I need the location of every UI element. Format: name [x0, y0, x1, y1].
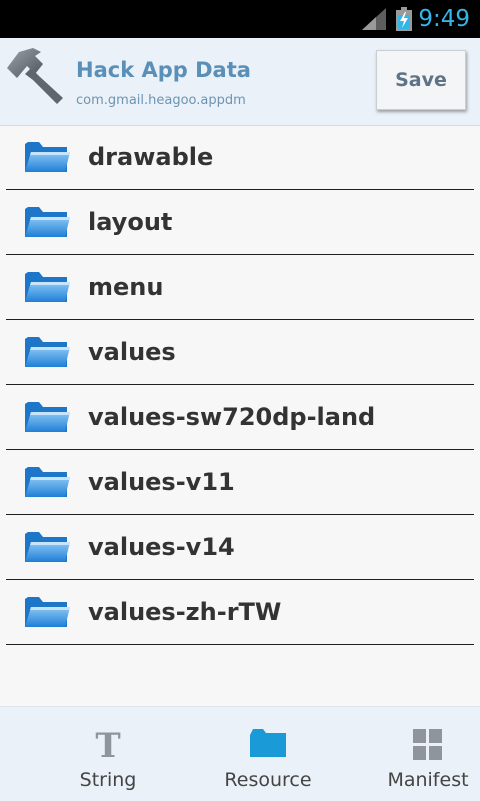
folder-icon: [25, 402, 70, 432]
bottom-tab-bar: T String Resource Manifest: [0, 706, 480, 801]
folder-name: values-zh-rTW: [88, 598, 282, 626]
folder-name: menu: [88, 273, 164, 301]
folder-item[interactable]: values-sw720dp-land: [6, 385, 474, 450]
folder-name: values-v11: [88, 468, 235, 496]
tab-string[interactable]: T String: [28, 707, 188, 801]
folder-name: drawable: [88, 143, 214, 171]
tab-resource[interactable]: Resource: [188, 707, 348, 801]
text-t-icon: T: [95, 727, 120, 761]
app-title: Hack App Data: [76, 58, 251, 82]
grid-icon: [413, 729, 442, 760]
app-package-name: com.gmail.heagoo.appdm: [76, 93, 246, 108]
folder-icon: [25, 597, 70, 627]
folder-item[interactable]: menu: [6, 255, 474, 320]
status-clock: 9:49: [418, 6, 470, 32]
folder-name: values-sw720dp-land: [88, 403, 376, 431]
folder-icon: [25, 337, 70, 367]
folder-list: drawable layout menu values values-sw720dp-l…: [6, 125, 474, 645]
folder-icon: [25, 272, 70, 302]
signal-icon: [362, 8, 386, 30]
folder-icon: [25, 207, 70, 237]
tab-manifest[interactable]: Manifest: [348, 707, 480, 801]
hammer-icon: [7, 48, 63, 104]
folder-item[interactable]: values-v14: [6, 515, 474, 580]
folder-name: values-v14: [88, 533, 235, 561]
folder-item[interactable]: drawable: [6, 125, 474, 190]
folder-name: layout: [88, 208, 173, 236]
folder-icon: [25, 142, 70, 172]
tab-label: String: [79, 769, 137, 791]
folder-item[interactable]: layout: [6, 190, 474, 255]
folder-item[interactable]: values-zh-rTW: [6, 580, 474, 645]
svg-text:T: T: [95, 727, 120, 761]
folder-item[interactable]: values: [6, 320, 474, 385]
tab-label: Resource: [224, 769, 312, 791]
save-button[interactable]: Save: [376, 50, 466, 110]
folder-icon: [25, 532, 70, 562]
folder-icon: [250, 729, 286, 757]
status-bar: 9:49: [0, 0, 480, 38]
folder-name: values: [88, 338, 176, 366]
battery-charging-icon: [396, 7, 412, 31]
folder-item[interactable]: values-v11: [6, 450, 474, 515]
app-header: Hack App Data com.gmail.heagoo.appdm Sav…: [0, 38, 480, 126]
folder-icon: [25, 467, 70, 497]
tab-label: Manifest: [387, 769, 469, 791]
